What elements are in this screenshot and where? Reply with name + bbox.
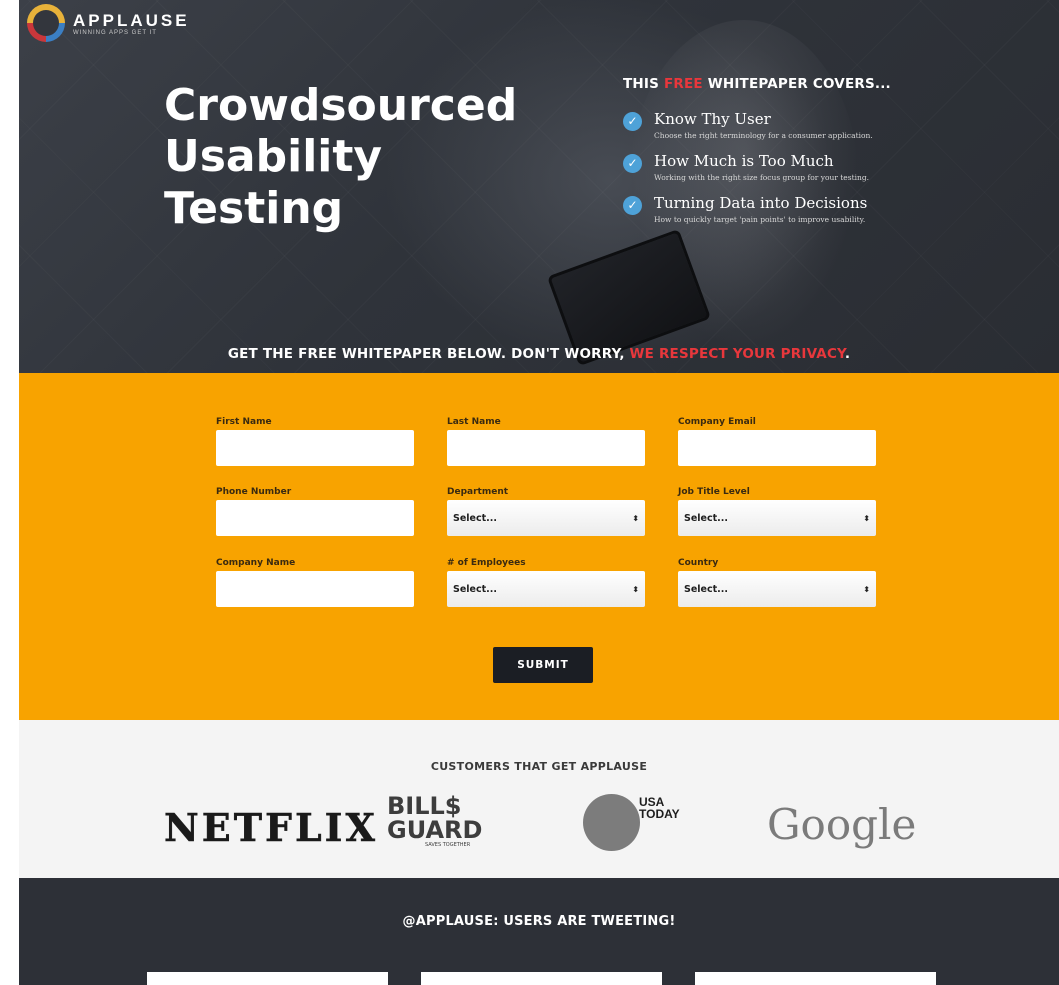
first-name-group: First Name [216, 415, 414, 466]
company-name-group: Company Name [216, 556, 414, 607]
usatoday-circle-icon [583, 794, 640, 851]
headline-line-3: Testing [164, 182, 344, 234]
cover-item-desc: Choose the right terminology for a consu… [654, 131, 873, 140]
logo-name: APPLAUSE [73, 10, 190, 30]
check-icon: ✓ [623, 154, 642, 173]
employees-selected-value: Select... [453, 583, 497, 595]
tweet-card[interactable] [147, 972, 388, 985]
select-arrows-icon: ⬍ [863, 584, 870, 594]
select-arrows-icon: ⬍ [863, 513, 870, 523]
employees-select[interactable]: Select... ⬍ [447, 571, 645, 607]
phone-number-group: Phone Number [216, 485, 414, 536]
cover-item: ✓ How Much is Too Much Working with the … [623, 152, 943, 185]
company-name-input[interactable] [216, 571, 414, 607]
customers-section: CUSTOMERS THAT GET APPLAUSE NETFLIX BILL… [19, 720, 1059, 878]
cover-item: ✓ Know Thy User Choose the right termino… [623, 110, 943, 143]
applause-logo[interactable]: APPLAUSE WINNING APPS GET IT [27, 4, 190, 42]
cover-item: ✓ Turning Data into Decisions How to qui… [623, 194, 943, 227]
hero-section: APPLAUSE WINNING APPS GET IT Crowdsource… [19, 0, 1059, 373]
country-selected-value: Select... [684, 583, 728, 595]
select-arrows-icon: ⬍ [632, 584, 639, 594]
company-email-input[interactable] [678, 430, 876, 466]
headline-line-2: Usability [164, 131, 383, 183]
tweet-card[interactable] [421, 972, 662, 985]
submit-button[interactable]: SUBMIT [493, 647, 593, 683]
country-label: Country [678, 558, 719, 568]
country-select[interactable]: Select... ⬍ [678, 571, 876, 607]
job-title-level-select[interactable]: Select... ⬍ [678, 500, 876, 536]
phone-number-input[interactable] [216, 500, 414, 536]
last-name-group: Last Name [447, 415, 645, 466]
tweet-card[interactable] [695, 972, 936, 985]
country-group: Country Select... ⬍ [678, 556, 876, 607]
department-label: Department [447, 487, 509, 497]
usatoday-logo: USA TODAY [583, 794, 680, 851]
cover-item-desc: How to quickly target 'pain points' to i… [654, 215, 866, 224]
cover-item-title: Know Thy User [654, 110, 771, 128]
check-icon: ✓ [623, 112, 642, 131]
first-name-label: First Name [216, 417, 272, 427]
employees-label: # of Employees [447, 558, 526, 568]
covers-title-highlight: FREE [663, 76, 703, 92]
first-name-input[interactable] [216, 430, 414, 466]
privacy-banner: GET THE FREE WHITEPAPER BELOW. DON'T WOR… [227, 346, 851, 362]
whitepaper-covers-panel: THIS FREE WHITEPAPER COVERS... ✓ Know Th… [623, 76, 943, 236]
cover-item-desc: Working with the right size focus group … [654, 173, 870, 182]
privacy-highlight: WE RESPECT YOUR PRIVACY [629, 346, 845, 362]
logo-ring-icon [27, 4, 65, 42]
department-select[interactable]: Select... ⬍ [447, 500, 645, 536]
company-email-label: Company Email [678, 417, 756, 427]
page-title: Crowdsourced Usability Testing [164, 80, 584, 234]
last-name-label: Last Name [447, 417, 501, 427]
google-logo: Google [767, 800, 917, 849]
headline-line-1: Crowdsourced [164, 80, 518, 131]
billguard-logo: BILL$ GUARD SAVES TOGETHER [387, 792, 483, 848]
tweets-title: @APPLAUSE: USERS ARE TWEETING! [402, 914, 676, 929]
select-arrows-icon: ⬍ [632, 513, 639, 523]
job-title-level-selected-value: Select... [684, 512, 728, 524]
company-name-label: Company Name [216, 558, 296, 568]
check-icon: ✓ [623, 196, 642, 215]
cover-item-title: Turning Data into Decisions [654, 194, 868, 212]
cover-item-title: How Much is Too Much [654, 152, 834, 170]
netflix-logo: NETFLIX [164, 805, 378, 851]
department-group: Department Select... ⬍ [447, 485, 645, 536]
employees-group: # of Employees Select... ⬍ [447, 556, 645, 607]
customers-title: CUSTOMERS THAT GET APPLAUSE [430, 760, 648, 773]
job-title-level-group: Job Title Level Select... ⬍ [678, 485, 876, 536]
job-title-level-label: Job Title Level [678, 487, 750, 497]
covers-title: THIS FREE WHITEPAPER COVERS... [623, 76, 891, 92]
landing-page: APPLAUSE WINNING APPS GET IT Crowdsource… [19, 0, 1059, 985]
tweets-section: @APPLAUSE: USERS ARE TWEETING! [19, 878, 1059, 985]
signup-form: First Name Last Name Company Email Phone… [19, 373, 1059, 720]
last-name-input[interactable] [447, 430, 645, 466]
company-email-group: Company Email [678, 415, 876, 466]
department-selected-value: Select... [453, 512, 497, 524]
phone-number-label: Phone Number [216, 487, 292, 497]
